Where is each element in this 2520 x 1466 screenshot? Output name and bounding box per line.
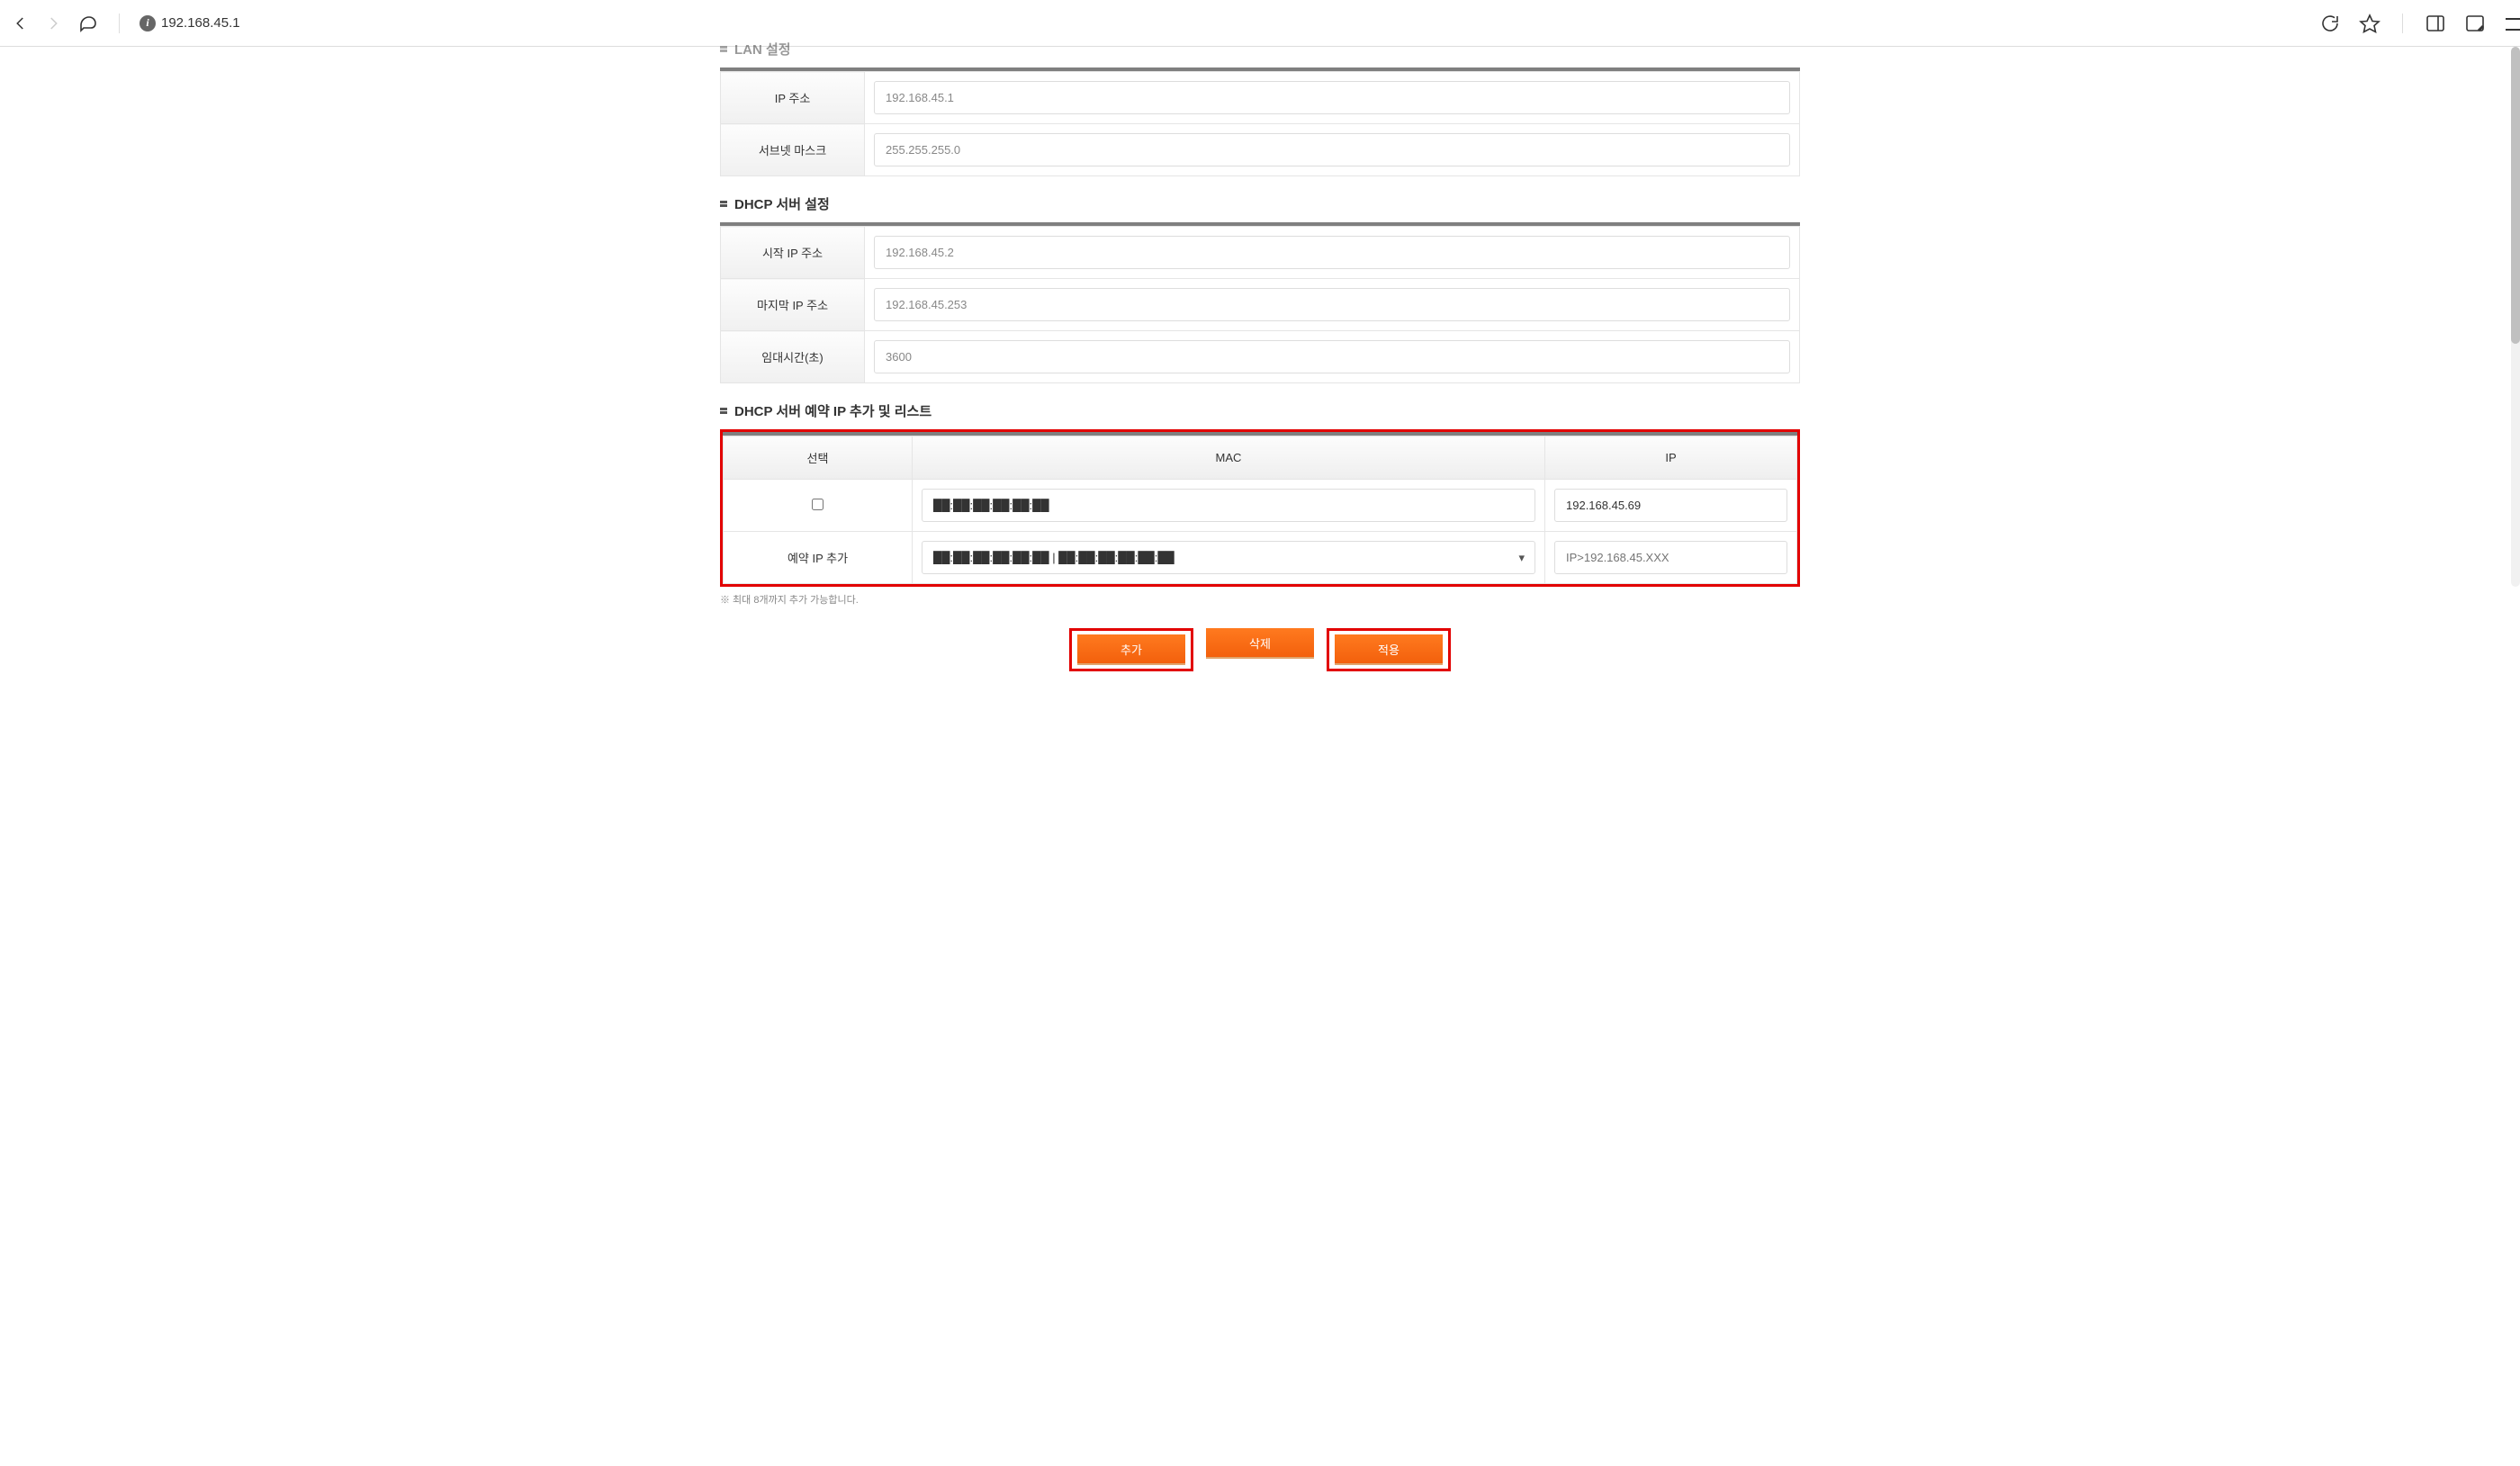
add-ip-input[interactable] [1554, 541, 1787, 574]
start-ip-input[interactable] [874, 236, 1790, 269]
address-bar[interactable]: i 192.168.45.1 [140, 15, 240, 31]
table-row-add: 예약 IP 추가 ██:██:██:██:██:██ | ██:██:██:██… [724, 532, 1797, 584]
lease-time-label: 임대시간(초) [721, 331, 865, 383]
reservation-highlight-box: 선택 MAC IP 예약 IP 추가 [720, 429, 1800, 587]
end-ip-label: 마지막 IP 주소 [721, 279, 865, 331]
add-reservation-label: 예약 IP 추가 [724, 532, 913, 584]
mac-select[interactable]: ██:██:██:██:██:██ | ██:██:██:██:██:██ [922, 541, 1535, 574]
reservation-section-title: DHCP 서버 예약 IP 추가 및 리스트 [734, 401, 932, 420]
col-ip: IP [1545, 436, 1797, 480]
ip-address-label: IP 주소 [721, 72, 865, 124]
row-ip-input[interactable] [1554, 489, 1787, 522]
highlight-box: 적용 [1327, 628, 1451, 671]
menu-icon[interactable] [2504, 18, 2507, 29]
highlight-box: 추가 [1069, 628, 1193, 671]
reservation-table: 선택 MAC IP 예약 IP 추가 [723, 436, 1797, 584]
url-text: 192.168.45.1 [161, 15, 240, 31]
subnet-mask-label: 서브넷 마스크 [721, 124, 865, 176]
back-icon[interactable] [13, 15, 29, 31]
table-row [724, 480, 1797, 532]
add-button[interactable]: 추가 [1077, 634, 1185, 665]
subnet-mask-input[interactable] [874, 133, 1790, 166]
col-select: 선택 [724, 436, 913, 480]
sidebar-icon[interactable] [2425, 13, 2446, 34]
footnote: ※ 최대 8개까지 추가 가능합니다. [720, 592, 1800, 607]
whale-logo-icon[interactable] [77, 13, 99, 34]
site-info-icon[interactable]: i [140, 15, 156, 31]
scrollbar-thumb[interactable] [2511, 47, 2520, 344]
end-ip-input[interactable] [874, 288, 1790, 321]
forward-icon[interactable] [45, 15, 61, 31]
button-row: 추가 삭제 적용 [720, 628, 1800, 671]
lease-time-input[interactable] [874, 340, 1790, 373]
ip-address-input[interactable] [874, 81, 1790, 114]
row-select-checkbox[interactable] [812, 499, 824, 510]
col-mac: MAC [913, 436, 1545, 480]
dhcp-section-title: DHCP 서버 설정 [734, 194, 830, 213]
lan-section-title: LAN 설정 [734, 40, 791, 58]
separator [119, 13, 120, 33]
dhcp-settings-table: 시작 IP 주소 마지막 IP 주소 임대시간(초) [720, 226, 1800, 383]
apply-button[interactable]: 적용 [1335, 634, 1443, 665]
capture-icon[interactable] [2464, 13, 2486, 34]
start-ip-label: 시작 IP 주소 [721, 227, 865, 279]
scrollbar[interactable] [2511, 47, 2520, 587]
delete-button[interactable]: 삭제 [1206, 628, 1314, 659]
separator [2402, 13, 2403, 33]
reload-icon[interactable] [2319, 13, 2341, 34]
row-mac-input[interactable] [922, 489, 1535, 522]
favorite-icon[interactable] [2359, 13, 2380, 34]
lan-settings-table: IP 주소 서브넷 마스크 [720, 71, 1800, 176]
